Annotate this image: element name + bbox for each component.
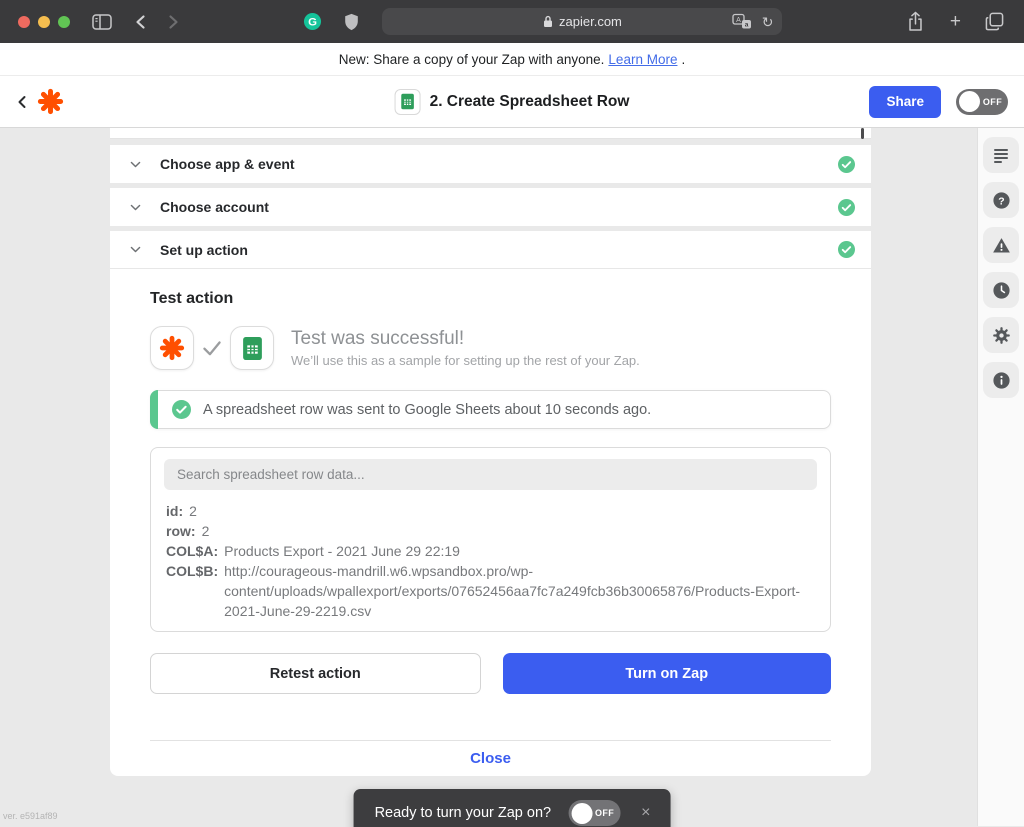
- section-choose-account[interactable]: Choose account: [110, 188, 871, 226]
- reload-icon[interactable]: ↻: [762, 15, 774, 29]
- check-icon: [201, 337, 223, 359]
- check-circle-icon: [838, 241, 855, 258]
- back-chevron-icon[interactable]: [16, 95, 29, 109]
- toast-zap-toggle[interactable]: OFF: [568, 800, 620, 826]
- screen: G zapier.com Aa ↻ + New: Share a copy of…: [0, 0, 1024, 827]
- window-controls: [18, 16, 70, 28]
- field-row: id: 2: [166, 501, 817, 521]
- field-list: id: 2 row: 2 COL$A: Products Export - 20…: [164, 501, 817, 621]
- history-icon[interactable]: [983, 272, 1019, 308]
- field-row: COL$A: Products Export - 2021 June 29 22…: [166, 541, 817, 561]
- toast-text: Ready to turn your Zap on?: [375, 805, 552, 821]
- field-value: http://courageous-mandrill.w6.wpsandbox.…: [224, 561, 817, 621]
- notes-icon[interactable]: [983, 137, 1019, 173]
- back-icon[interactable]: [128, 8, 153, 36]
- toggle-off-label: OFF: [980, 97, 1005, 107]
- toggle-off-label: OFF: [592, 808, 617, 818]
- field-row: COL$B: http://courageous-mandrill.w6.wps…: [166, 561, 817, 621]
- zap-on-off-toggle[interactable]: OFF: [956, 89, 1008, 115]
- success-banner-text: A spreadsheet row was sent to Google She…: [203, 402, 651, 418]
- turn-on-zap-button[interactable]: Turn on Zap: [503, 653, 832, 694]
- success-check-icon: [172, 400, 191, 419]
- field-value: 2: [202, 521, 817, 541]
- info-icon[interactable]: [983, 362, 1019, 398]
- field-label: id:: [166, 501, 183, 521]
- svg-text:A: A: [736, 17, 741, 24]
- test-action-heading: Test action: [150, 290, 831, 308]
- translate-icon[interactable]: Aa: [732, 13, 752, 30]
- section-choose-app-event[interactable]: Choose app & event: [110, 145, 871, 183]
- shield-extension-icon[interactable]: [338, 8, 365, 36]
- search-input[interactable]: [164, 459, 817, 490]
- section-label: Choose app & event: [160, 156, 295, 172]
- toggle-knob: [959, 91, 980, 112]
- settings-icon[interactable]: [983, 317, 1019, 353]
- turn-on-zap-toast: Ready to turn your Zap on? OFF ×: [354, 789, 671, 827]
- field-label: COL$A:: [166, 541, 218, 561]
- page-title: 2. Create Spreadsheet Row: [430, 93, 630, 111]
- browser-chrome: G zapier.com Aa ↻ +: [0, 0, 1024, 43]
- sidebar-toggle-icon[interactable]: [86, 8, 118, 36]
- zoom-window-button[interactable]: [58, 16, 70, 28]
- step-title-group: 2. Create Spreadsheet Row: [395, 89, 630, 115]
- announcement-bar: New: Share a copy of your Zap with anyon…: [0, 43, 1024, 76]
- announcement-suffix: .: [681, 52, 685, 67]
- address-bar[interactable]: zapier.com Aa ↻: [382, 8, 782, 35]
- app-header: 2. Create Spreadsheet Row Share OFF: [0, 76, 1024, 128]
- chevron-down-icon: [129, 201, 142, 214]
- toast-close-icon[interactable]: ×: [637, 802, 654, 824]
- chevron-down-icon: [129, 243, 142, 256]
- test-action-section: Test action Test was successful! We’ll u…: [110, 269, 871, 776]
- announcement-text: New: Share a copy of your Zap with anyon…: [339, 52, 605, 67]
- share-page-icon[interactable]: [901, 8, 930, 36]
- test-result-title: Test was successful!: [291, 328, 640, 350]
- svg-text:a: a: [744, 22, 748, 29]
- check-circle-icon: [838, 156, 855, 173]
- field-label: row:: [166, 521, 196, 541]
- url-text: zapier.com: [559, 14, 622, 29]
- toggle-knob: [571, 803, 592, 824]
- success-banner: A spreadsheet row was sent to Google She…: [150, 390, 831, 429]
- new-tab-icon[interactable]: +: [944, 8, 967, 36]
- learn-more-link[interactable]: Learn More: [608, 52, 677, 67]
- svg-text:?: ?: [998, 196, 1004, 207]
- close-row: Close: [150, 740, 831, 776]
- zapier-app-icon: [150, 326, 194, 370]
- row-data-panel: id: 2 row: 2 COL$A: Products Export - 20…: [150, 447, 831, 632]
- step-editor-card: Choose app & event Choose account Set up…: [110, 128, 871, 776]
- retest-action-button[interactable]: Retest action: [150, 653, 481, 694]
- zapier-logo-icon[interactable]: [37, 88, 64, 115]
- google-sheets-icon: [395, 89, 421, 115]
- google-sheets-app-icon: [230, 326, 274, 370]
- share-button[interactable]: Share: [869, 86, 941, 118]
- svg-text:G: G: [309, 16, 318, 28]
- version-label: ver. e591af89: [3, 811, 58, 821]
- warning-icon[interactable]: [983, 227, 1019, 263]
- main-area: Choose app & event Choose account Set up…: [0, 128, 1024, 826]
- close-link[interactable]: Close: [470, 750, 511, 767]
- close-window-button[interactable]: [18, 16, 30, 28]
- minimize-window-button[interactable]: [38, 16, 50, 28]
- section-label: Choose account: [160, 199, 269, 215]
- field-label: COL$B:: [166, 561, 218, 621]
- chevron-down-icon: [129, 158, 142, 171]
- section-set-up-action[interactable]: Set up action: [110, 231, 871, 269]
- lock-icon: [543, 15, 553, 28]
- right-toolbar: ?: [977, 128, 1024, 826]
- test-result-subtitle: We’ll use this as a sample for setting u…: [291, 353, 640, 368]
- check-circle-icon: [838, 199, 855, 216]
- scrolled-section-edge: [110, 128, 871, 139]
- field-value: Products Export - 2021 June 29 22:19: [224, 541, 817, 561]
- section-label: Set up action: [160, 242, 248, 258]
- tab-overview-icon[interactable]: [979, 8, 1010, 36]
- help-icon[interactable]: ?: [983, 182, 1019, 218]
- action-buttons: Retest action Turn on Zap: [150, 653, 831, 694]
- test-result-row: Test was successful! We’ll use this as a…: [150, 326, 831, 370]
- forward-icon[interactable]: [161, 8, 186, 36]
- grammarly-extension-icon[interactable]: G: [297, 8, 328, 36]
- field-row: row: 2: [166, 521, 817, 541]
- scrollbar-thumb[interactable]: [861, 128, 864, 139]
- field-value: 2: [189, 501, 817, 521]
